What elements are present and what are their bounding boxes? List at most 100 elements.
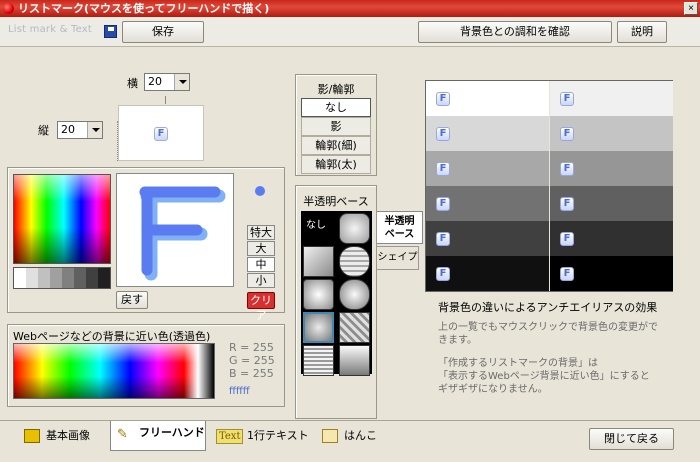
save-icon: [104, 25, 117, 38]
rgb-blue-value: B = 255: [229, 367, 274, 380]
tab-stamp[interactable]: はんこ: [316, 424, 396, 450]
outline-thick-option[interactable]: 輪郭(太): [301, 155, 371, 174]
background-swatch[interactable]: F: [550, 221, 673, 256]
preview-mark: F: [560, 92, 574, 106]
shadow-option[interactable]: 影: [301, 117, 371, 136]
background-swatch[interactable]: F: [550, 81, 673, 116]
background-note-2b: 「表示するWebページ背景に近い色」にすると: [438, 371, 650, 382]
translucent-gradient-cell[interactable]: [339, 345, 370, 376]
width-label: 横: [127, 77, 138, 90]
canvas-drawing: [139, 186, 226, 281]
tab-single-line-text[interactable]: Text 1行テキスト: [212, 424, 312, 450]
background-preview-grid[interactable]: F F F F F F F F F F F F: [425, 80, 673, 292]
translucent-none-cell[interactable]: なし: [303, 213, 334, 244]
preview-mark: F: [436, 162, 450, 176]
window-title: リストマーク(マウスを使ってフリーハンドで描く): [18, 2, 270, 15]
width-value: 20: [148, 75, 162, 88]
color-palette[interactable]: [13, 174, 111, 264]
side-tab-translucent[interactable]: 半透明 ベース: [377, 211, 423, 244]
height-select[interactable]: 20: [57, 121, 103, 139]
close-window-button[interactable]: ×: [684, 2, 698, 15]
preview-mark: F: [560, 162, 574, 176]
hex-color-value: ffffff: [229, 386, 250, 397]
translucent-square-cell[interactable]: [303, 246, 334, 277]
preview-mark: F: [154, 127, 168, 141]
preview-mark: F: [560, 267, 574, 281]
background-swatch[interactable]: F: [550, 186, 673, 221]
translucent-title: 半透明ベース: [303, 195, 369, 208]
undo-button[interactable]: 戻す: [116, 291, 148, 309]
preview-mark: F: [560, 197, 574, 211]
height-label: 縦: [38, 124, 49, 137]
tab-freehand-label: フリーハンド: [139, 426, 205, 439]
height-value: 20: [61, 123, 75, 136]
grayscale-palette[interactable]: [13, 267, 111, 289]
drawing-canvas[interactable]: [116, 173, 234, 287]
freehand-icon: ✎: [117, 427, 128, 442]
tab-stamp-label: はんこ: [344, 429, 377, 442]
help-button[interactable]: 説明: [617, 21, 667, 43]
background-swatch[interactable]: F: [426, 81, 549, 116]
app-logo-text: List mark & Text: [8, 24, 93, 35]
pen-size-medium[interactable]: 中: [247, 257, 275, 272]
background-swatch[interactable]: F: [550, 151, 673, 186]
outline-thin-option[interactable]: 輪郭(細): [301, 136, 371, 155]
translucent-striped-circle-cell[interactable]: [339, 246, 370, 277]
shadow-title: 影/輪郭: [317, 83, 355, 96]
background-swatch[interactable]: F: [426, 256, 549, 291]
pen-color-indicator: [255, 186, 265, 196]
stamp-icon: [322, 429, 338, 443]
preview-mark: F: [436, 92, 450, 106]
antialias-caption: 背景色の違いによるアンチエイリアスの効果: [438, 301, 658, 314]
tab-single-line-text-label: 1行テキスト: [246, 429, 309, 442]
rgb-red-value: R = 255: [229, 341, 274, 354]
background-swatch[interactable]: F: [426, 221, 549, 256]
preview-mark: F: [560, 232, 574, 246]
translucent-selected-cell[interactable]: [303, 312, 334, 343]
check-background-button[interactable]: 背景色との調和を確認: [418, 21, 612, 43]
preview-mark: F: [436, 197, 450, 211]
main-panel: 横 20 縦 20 F 特大 大 中 小 戻す クリア Webページなどの背景に…: [0, 48, 700, 420]
shadow-none-option[interactable]: なし: [301, 98, 371, 117]
background-swatch[interactable]: F: [426, 186, 549, 221]
pen-size-small[interactable]: 小: [247, 273, 275, 288]
chevron-down-icon: [174, 74, 189, 90]
translucent-bevel-cell[interactable]: [303, 279, 334, 310]
background-note-1: 上の一覧でもマウスクリックで背景色の変更ができます。: [438, 322, 658, 346]
translucent-group: 半透明ベース なし: [295, 185, 377, 419]
toolbar: List mark & Text 保存 背景色との調和を確認 説明: [0, 17, 700, 47]
width-guide-line: [165, 96, 166, 104]
translucent-rounded-cell[interactable]: [339, 213, 370, 244]
width-select[interactable]: 20: [144, 73, 190, 91]
web-background-title: Webページなどの背景に近い色(透過色): [13, 330, 211, 343]
translucent-lines-cell[interactable]: [303, 345, 334, 376]
bottom-tab-strip: 基本画像 ✎ フリーハンド Text 1行テキスト はんこ 閉じて戻る: [0, 420, 700, 462]
tab-basic-image[interactable]: 基本画像: [18, 424, 102, 450]
tab-freehand[interactable]: ✎ フリーハンド: [110, 421, 206, 451]
preview-mark: F: [436, 127, 450, 141]
preview-mark: F: [560, 127, 574, 141]
translucent-diagonal-cell[interactable]: [339, 312, 370, 343]
background-note-2c: ギザギザになりません。: [438, 384, 548, 395]
rgb-green-value: G = 255: [229, 354, 275, 367]
pen-size-extra-large[interactable]: 特大: [247, 225, 275, 240]
close-and-return-button[interactable]: 閉じて戻る: [589, 428, 674, 450]
chevron-down-icon: [87, 122, 102, 138]
background-swatch[interactable]: F: [426, 151, 549, 186]
preview-mark: F: [436, 267, 450, 281]
save-button[interactable]: 保存: [122, 21, 204, 43]
small-preview: F: [118, 105, 204, 161]
background-swatch[interactable]: F: [550, 256, 673, 291]
side-tab-shape[interactable]: シェイプ: [377, 246, 419, 270]
translucent-grid: なし: [301, 211, 372, 376]
image-icon: [24, 429, 40, 443]
background-note-2a: 「作成するリストマークの背景」は: [438, 358, 598, 369]
translucent-sphere-cell[interactable]: [339, 279, 370, 310]
web-background-palette[interactable]: [13, 343, 215, 399]
text-icon: Text: [216, 429, 244, 444]
tab-basic-image-label: 基本画像: [46, 429, 90, 442]
background-swatch[interactable]: F: [426, 116, 549, 151]
background-swatch[interactable]: F: [550, 116, 673, 151]
pen-size-large[interactable]: 大: [247, 241, 275, 256]
clear-button[interactable]: クリア: [247, 292, 275, 322]
